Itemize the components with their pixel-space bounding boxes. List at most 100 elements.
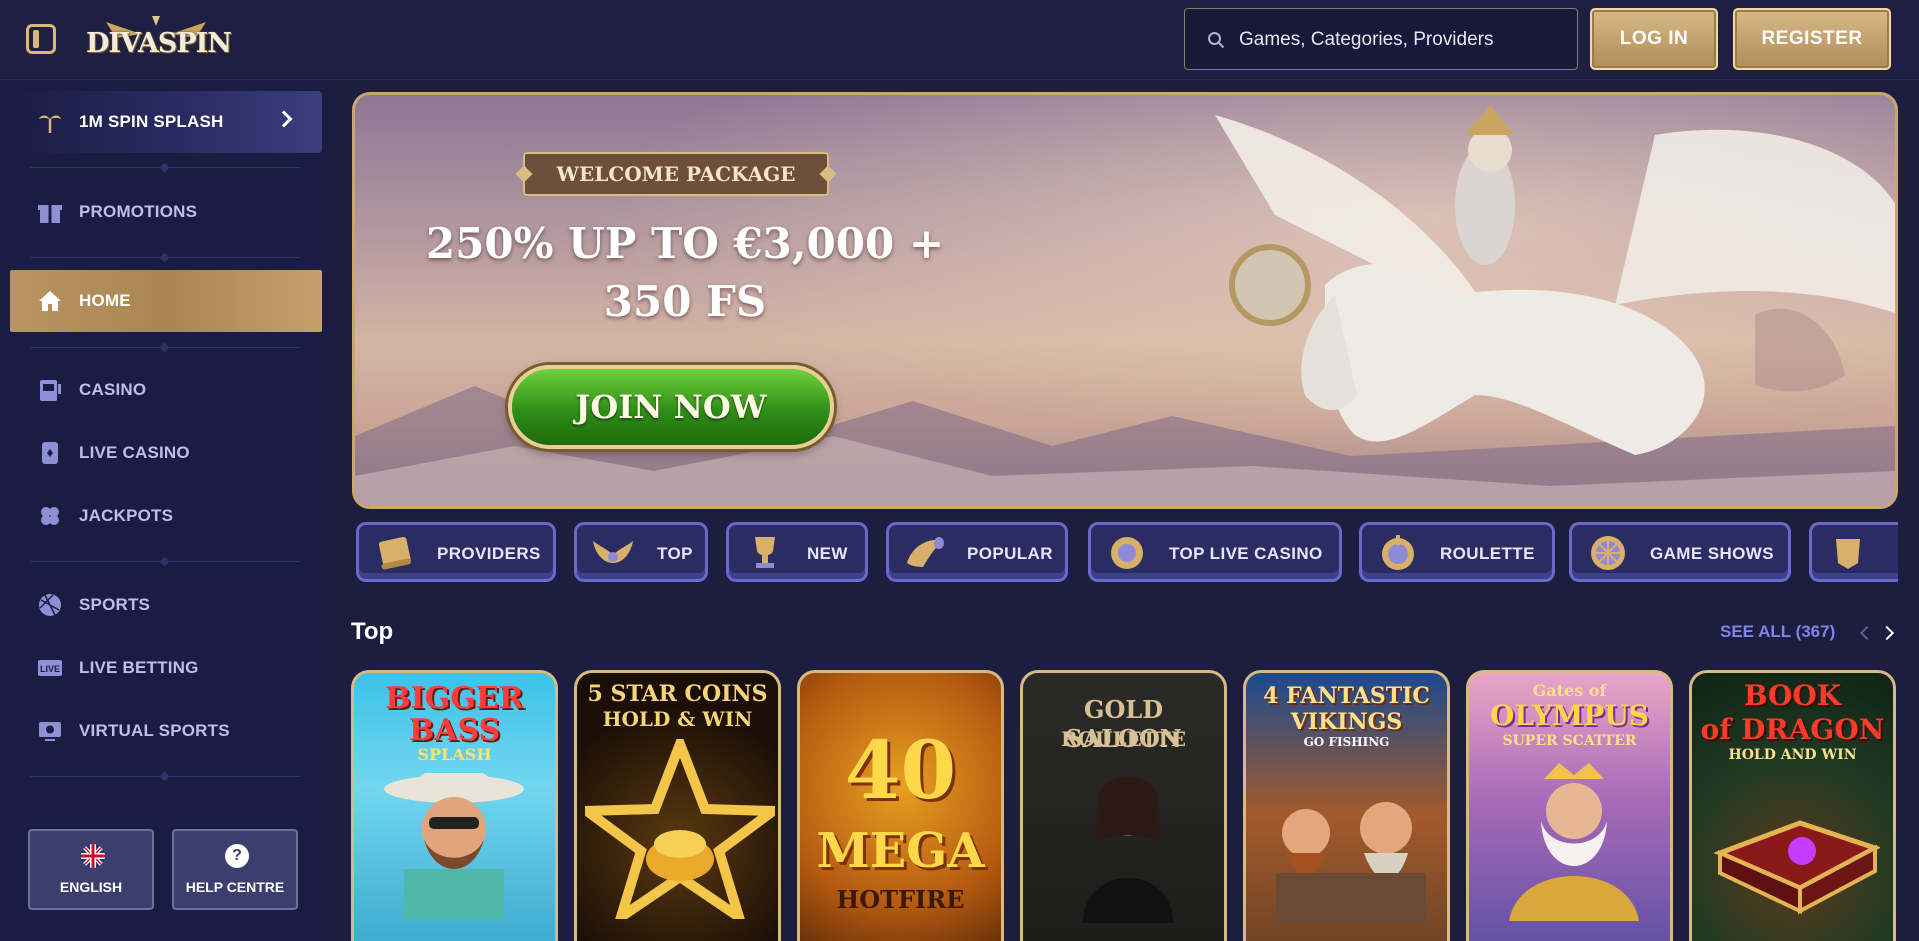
sidebar: 1M SPIN SPLASH PROMOTIONS HOME CASINO LI <box>0 81 330 941</box>
slot-machine-icon <box>40 380 61 401</box>
game-tile-gates-of-olympus[interactable]: Gates of OLYMPUS SUPER SCATTER <box>1466 670 1673 941</box>
category-label: PROVIDERS <box>437 544 541 563</box>
home-icon <box>39 291 61 311</box>
offer-line-2: 350 FS <box>603 277 767 326</box>
game-title: 40 <box>844 723 957 817</box>
game-title: Gates of <box>1532 681 1607 700</box>
category-label: TOP <box>657 544 693 563</box>
category-more[interactable] <box>1809 522 1898 582</box>
divider <box>30 776 300 777</box>
sidebar-item-live-betting[interactable]: LIVE LIVE BETTING <box>10 637 322 699</box>
dragon-book-illustration <box>1713 820 1880 915</box>
sidebar-item-label: PROMOTIONS <box>79 202 198 221</box>
uk-flag-icon <box>81 844 105 868</box>
chip-icon <box>1111 537 1143 569</box>
category-bar: PROVIDERS TOP NEW POPULAR TOP LIVE CASIN… <box>352 520 1898 586</box>
category-game-shows[interactable]: GAME SHOWS <box>1569 522 1791 582</box>
pegasus-rider-illustration <box>1215 105 1895 455</box>
game-tile-40-mega-hotfire[interactable]: 40 MEGA HOTFIRE <box>797 670 1004 941</box>
see-all-link[interactable]: SEE ALL (367) <box>1720 622 1835 642</box>
category-label: TOP LIVE CASINO <box>1169 544 1323 563</box>
login-button[interactable]: LOG IN <box>1590 8 1718 70</box>
welcome-banner[interactable]: WELCOME PACKAGE 250% UP TO €3,000 + 350 … <box>352 92 1898 509</box>
sidebar-promo-label: 1M SPIN SPLASH <box>79 112 224 131</box>
sidebar-toggle-icon[interactable] <box>26 24 56 54</box>
help-label: HELP CENTRE <box>185 879 285 895</box>
top-header: DIVASPIN Games, Categories, Providers LO… <box>0 0 1919 80</box>
dealer-illustration <box>1083 776 1173 923</box>
game-title: HOLD AND WIN <box>1728 747 1857 763</box>
wheel-icon <box>1591 536 1625 570</box>
game-tile-4-fantastic-vikings[interactable]: 4 FANTASTIC VIKINGS GO FISHING <box>1243 670 1450 941</box>
game-tile-5-star-coins[interactable]: 5 STAR COINS HOLD & WIN <box>574 670 781 941</box>
zeus-illustration <box>1509 763 1639 921</box>
chevron-right-icon[interactable] <box>1879 625 1895 641</box>
section-title-top: Top <box>351 618 394 645</box>
game-title: HOLD & WIN <box>602 707 753 731</box>
game-title: VIKINGS <box>1290 709 1403 735</box>
game-title: ROULETTE <box>1060 727 1187 751</box>
live-icon: LIVE <box>38 660 62 676</box>
game-tile-gold-saloon-roulette[interactable]: GOLD SALOON ROULETTE <box>1020 670 1227 941</box>
category-providers[interactable]: PROVIDERS <box>356 522 556 582</box>
sidebar-item-label: LIVE CASINO <box>79 443 190 462</box>
game-title: BIGGER <box>385 681 524 716</box>
sidebar-item-label: SPORTS <box>79 595 151 614</box>
svg-text:LIVE: LIVE <box>40 664 60 674</box>
help-centre-button[interactable]: ? HELP CENTRE <box>172 829 298 910</box>
join-now-button[interactable]: JOIN NOW <box>508 365 834 449</box>
sidebar-item-casino[interactable]: CASINO <box>10 359 322 421</box>
playing-card-icon <box>42 442 58 464</box>
horn-icon <box>907 537 944 567</box>
game-tile-bigger-bass-splash[interactable]: BIGGER BASS SPLASH <box>351 670 558 941</box>
search-placeholder: Games, Categories, Providers <box>1239 29 1494 50</box>
clover-icon <box>41 507 59 525</box>
category-roulette[interactable]: ROULETTE <box>1359 522 1555 582</box>
sidebar-item-virtual-sports[interactable]: VIRTUAL SPORTS <box>10 700 322 762</box>
game-title: OLYMPUS <box>1490 699 1649 732</box>
sidebar-promo-spin-splash[interactable]: 1M SPIN SPLASH <box>10 91 322 153</box>
game-title: BOOK <box>1743 679 1842 712</box>
sidebar-item-sports[interactable]: SPORTS <box>10 574 322 636</box>
ball-icon <box>39 594 61 616</box>
roulette-icon <box>1382 535 1414 570</box>
category-popular[interactable]: POPULAR <box>886 522 1068 582</box>
language-button[interactable]: ENGLISH <box>28 829 154 910</box>
monitor-ball-icon <box>39 722 61 741</box>
category-top[interactable]: TOP <box>574 522 708 582</box>
game-title: SPLASH <box>417 745 492 764</box>
offer-headline: 250% UP TO €3,000 + 350 FS <box>415 215 955 331</box>
divider <box>30 347 300 348</box>
sidebar-item-promotions[interactable]: PROMOTIONS <box>10 181 322 243</box>
sidebar-item-jackpots[interactable]: JACKPOTS <box>10 485 322 547</box>
game-title: SUPER SCATTER <box>1502 733 1637 749</box>
welcome-package-badge: WELCOME PACKAGE <box>523 152 829 196</box>
shield-icon <box>1836 539 1860 569</box>
logo[interactable]: DIVASPIN <box>86 12 232 68</box>
sidebar-item-live-casino[interactable]: LIVE CASINO <box>10 422 322 484</box>
search-input[interactable]: Games, Categories, Providers <box>1184 8 1578 70</box>
fisherman-illustration <box>384 773 524 919</box>
sidebar-item-home[interactable]: HOME <box>10 270 322 332</box>
category-new[interactable]: NEW <box>726 522 868 582</box>
chevron-right-icon <box>275 110 293 128</box>
category-label: POPULAR <box>967 544 1053 563</box>
vikings-illustration <box>1276 802 1426 923</box>
trophy-icon <box>755 537 775 568</box>
game-tile-book-of-dragon[interactable]: BOOK of DRAGON HOLD AND WIN <box>1689 670 1896 941</box>
chevron-left-icon[interactable] <box>1859 625 1875 641</box>
language-label: ENGLISH <box>59 879 123 895</box>
category-label: NEW <box>807 544 848 563</box>
question-mark-icon: ? <box>225 844 249 868</box>
sidebar-item-label: LIVE BETTING <box>79 658 199 677</box>
logo-text: DIVASPIN <box>86 28 232 59</box>
sidebar-item-label: HOME <box>79 291 131 310</box>
game-title: 4 FANTASTIC <box>1263 683 1430 709</box>
sidebar-item-label: CASINO <box>79 380 147 399</box>
game-title: 5 STAR COINS <box>587 681 768 707</box>
game-title: of DRAGON <box>1700 713 1885 746</box>
register-button[interactable]: REGISTER <box>1733 8 1891 70</box>
game-title: BASS <box>408 713 501 748</box>
palm-tree-icon <box>39 115 61 133</box>
category-top-live-casino[interactable]: TOP LIVE CASINO <box>1088 522 1342 582</box>
